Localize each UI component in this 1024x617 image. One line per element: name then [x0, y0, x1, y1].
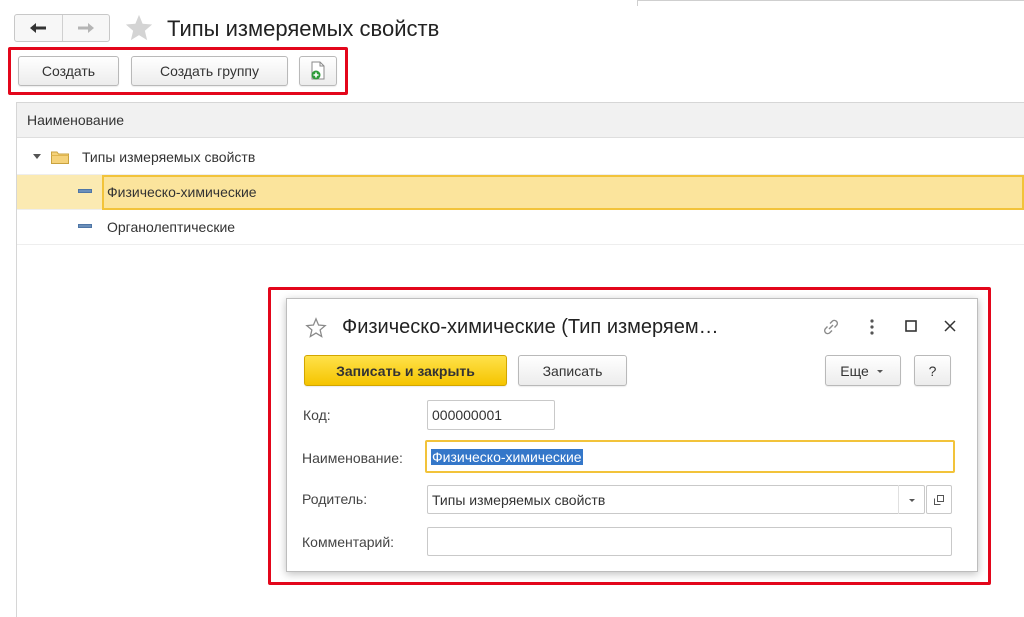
help-button[interactable]: ? — [914, 355, 951, 386]
save-button[interactable]: Записать — [518, 355, 627, 386]
maximize-icon[interactable] — [904, 319, 918, 336]
divider — [637, 0, 638, 6]
dropdown-arrow-icon — [876, 369, 883, 373]
dropdown-arrow-icon — [909, 498, 915, 502]
more-button[interactable]: Еще — [825, 355, 901, 386]
close-icon[interactable] — [943, 319, 957, 336]
open-window-icon — [934, 494, 944, 505]
forward-button[interactable] — [61, 15, 110, 41]
list-item-label: Физическо-химические — [107, 184, 257, 200]
list-item-label: Типы измеряемых свойств — [82, 149, 256, 165]
item-marker-icon — [78, 189, 92, 193]
name-field-value: Физическо-химические — [431, 448, 583, 465]
link-icon[interactable] — [820, 316, 842, 341]
comment-label: Комментарий: — [302, 534, 395, 550]
favorite-star-icon[interactable] — [124, 13, 154, 46]
navigation-buttons — [14, 14, 110, 42]
column-header-name[interactable]: Наименование — [27, 112, 124, 128]
save-and-close-button[interactable]: Записать и закрыть — [304, 355, 507, 386]
parent-field[interactable]: Типы измеряемых свойств — [427, 485, 925, 514]
list-item-label: Органолептические — [107, 219, 236, 235]
code-field[interactable]: 000000001 — [427, 400, 555, 430]
arrow-right-icon — [77, 23, 94, 33]
code-label: Код: — [303, 407, 331, 423]
name-field[interactable]: Физическо-химические — [425, 440, 955, 473]
page-title: Типы измеряемых свойств — [167, 16, 440, 41]
more-label: Еще — [840, 362, 869, 379]
comment-field[interactable] — [427, 527, 952, 556]
expand-arrow-icon[interactable] — [33, 154, 41, 159]
star-outline-icon[interactable] — [305, 317, 327, 342]
highlight-frame-toolbar — [8, 47, 348, 95]
folder-icon — [51, 151, 69, 167]
arrow-left-icon — [30, 23, 47, 33]
back-button[interactable] — [15, 15, 62, 41]
parent-open-button[interactable] — [926, 485, 952, 514]
name-label: Наименование: — [302, 450, 403, 466]
more-menu-icon[interactable] — [864, 317, 880, 340]
list-header[interactable] — [17, 103, 1024, 138]
dialog-title: Физическо-химические (Тип измеряем… — [342, 316, 719, 338]
parent-label: Родитель: — [302, 491, 368, 507]
divider — [637, 0, 1024, 1]
parent-dropdown-button[interactable] — [898, 485, 925, 514]
item-marker-icon — [78, 224, 92, 228]
